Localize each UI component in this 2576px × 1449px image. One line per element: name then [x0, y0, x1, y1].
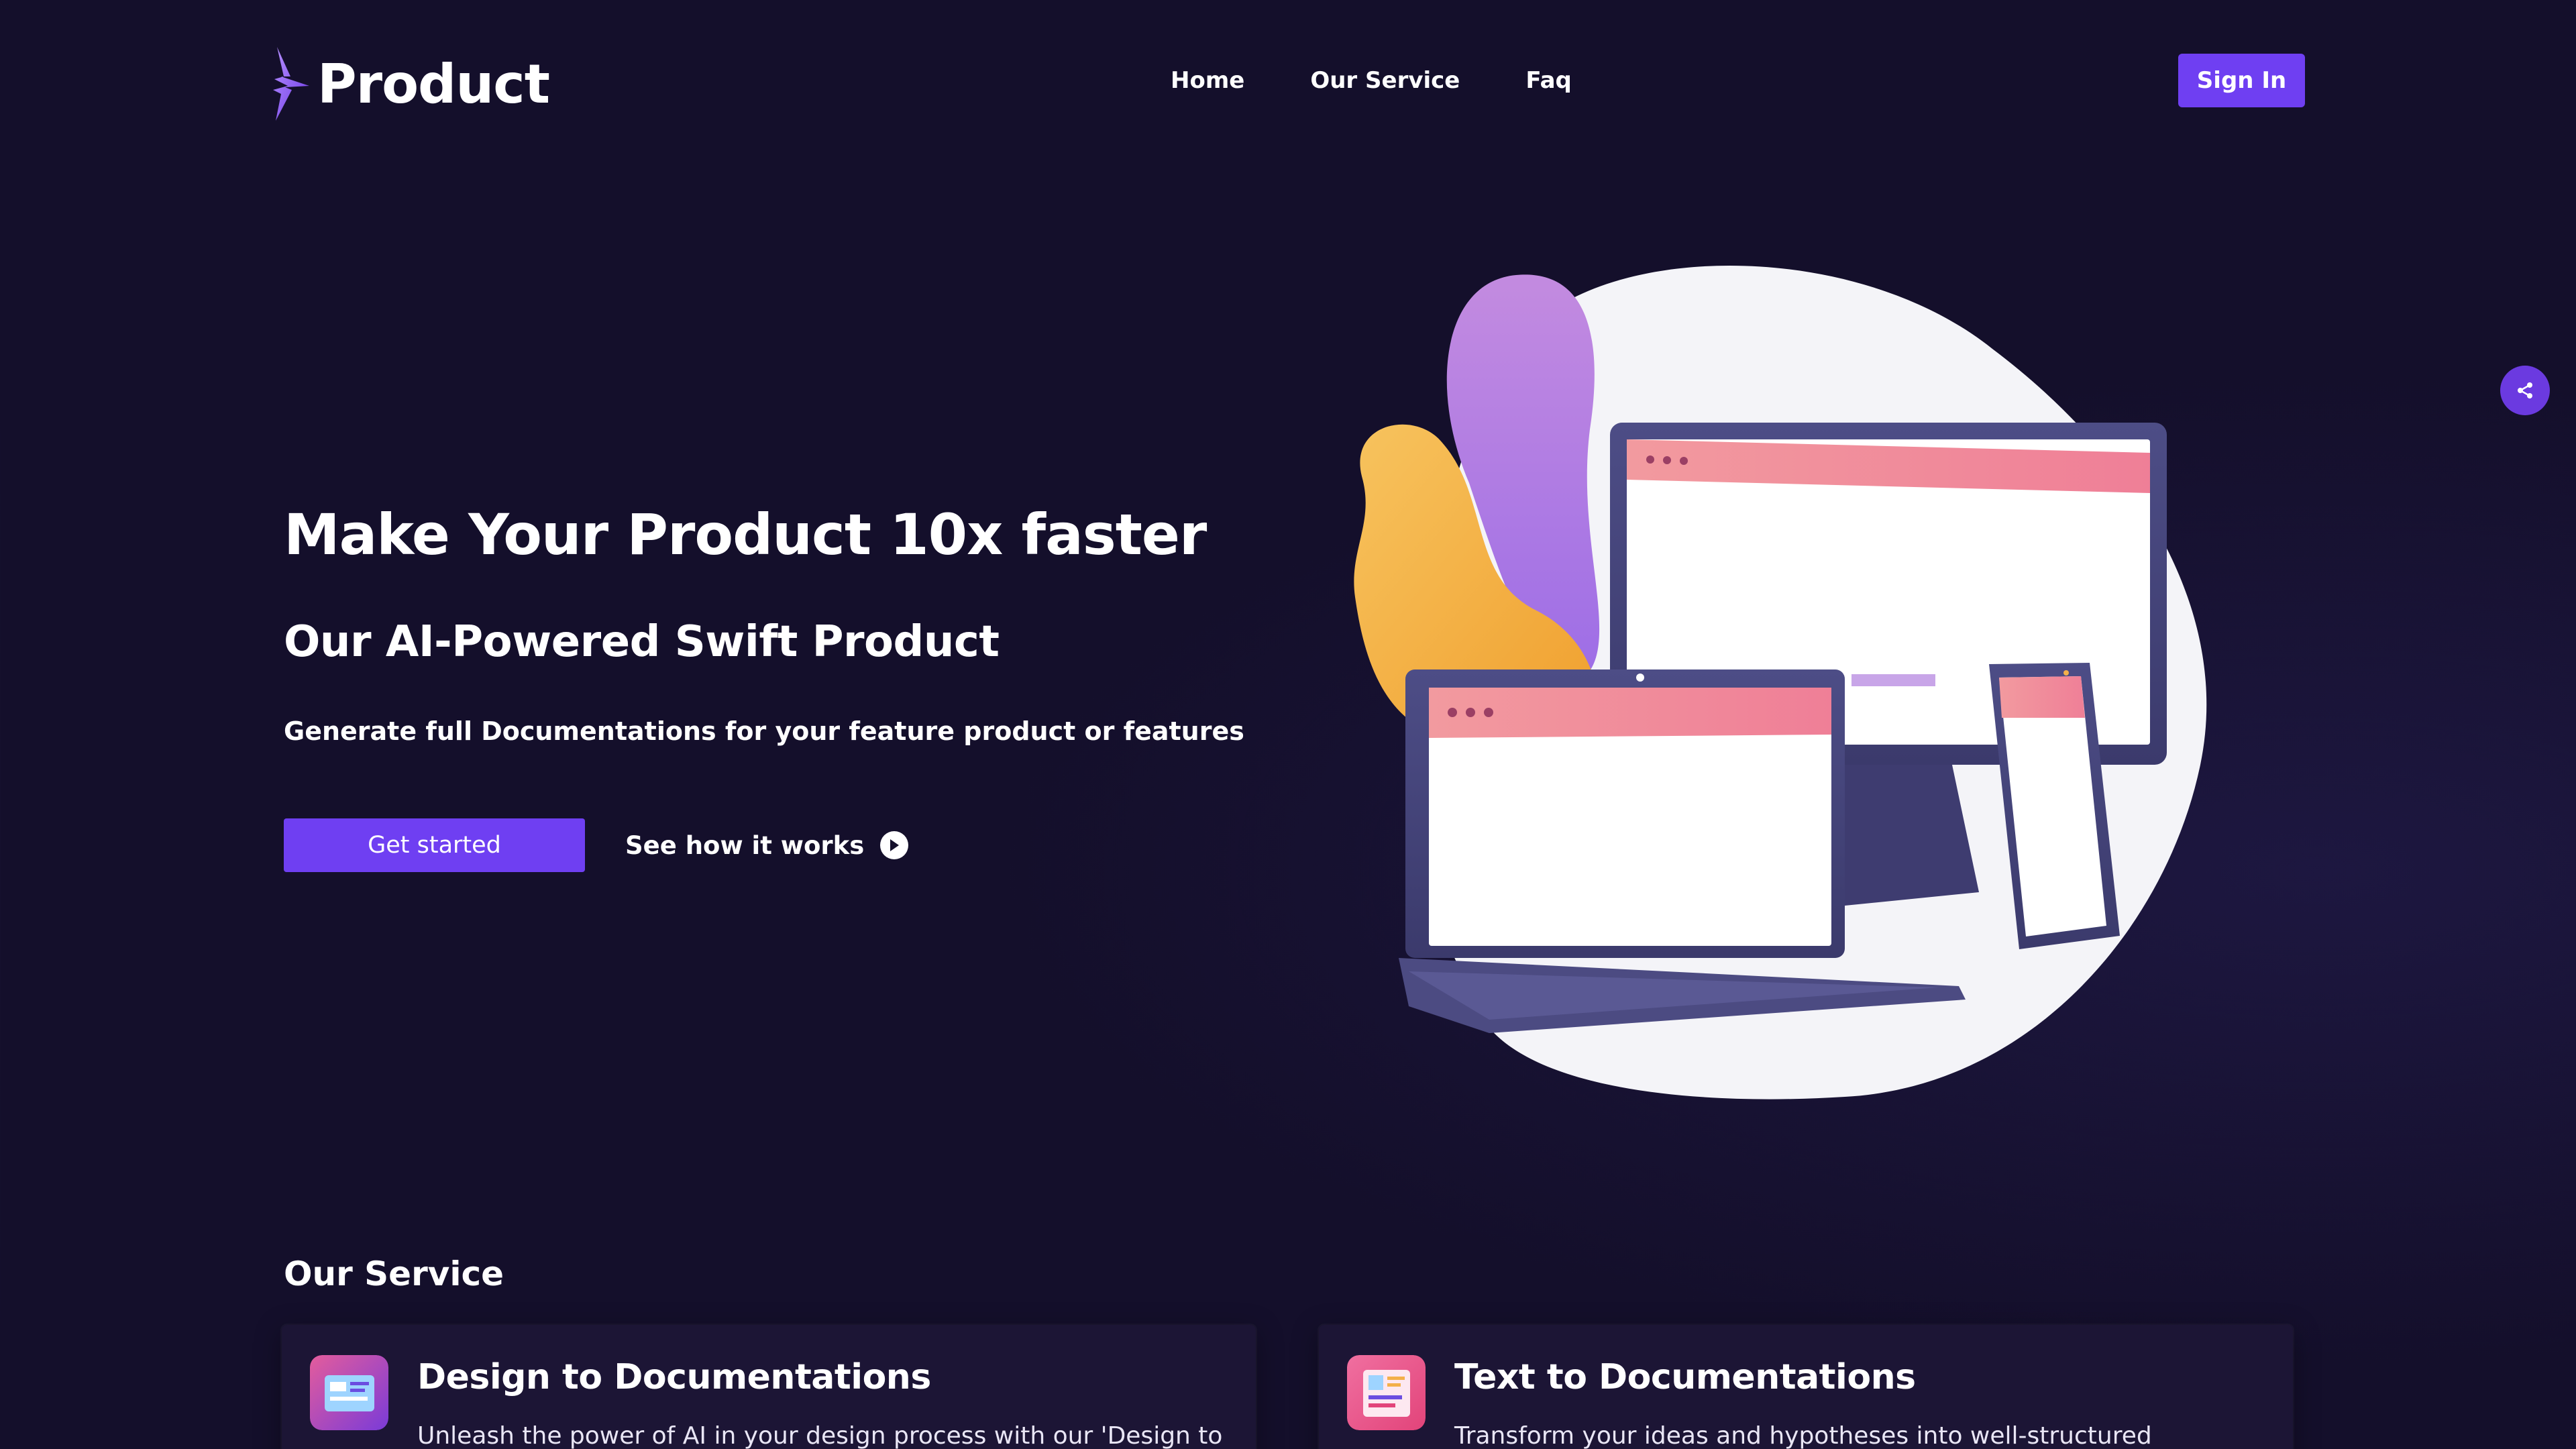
- nav-home[interactable]: Home: [1171, 64, 1244, 97]
- play-icon: [880, 831, 909, 859]
- hero-subtitle: Our AI-Powered Swift Product: [284, 617, 1000, 667]
- get-started-button[interactable]: Get started: [284, 818, 585, 872]
- design-documentation-icon: [310, 1355, 388, 1430]
- service-card-design[interactable]: Design to Documentations Unleash the pow…: [282, 1325, 1256, 1449]
- lightning-bolt-icon: [273, 47, 309, 121]
- nav-faq[interactable]: Faq: [1525, 64, 1572, 97]
- share-icon: [2518, 382, 2532, 398]
- hero-description: Generate full Documentations for your fe…: [284, 716, 1244, 746]
- nav-our-service[interactable]: Our Service: [1310, 64, 1460, 97]
- sign-in-button[interactable]: Sign In: [2178, 54, 2305, 107]
- see-how-it-works-label: See how it works: [625, 830, 865, 860]
- main-nav: Home Our Service Faq: [1171, 64, 1638, 97]
- service-card-text[interactable]: Text to Documentations Transform your id…: [1319, 1325, 2293, 1449]
- brand-name: Product: [317, 52, 550, 115]
- service-card-text: Transform your ideas and hypotheses into…: [1454, 1422, 2152, 1449]
- hero-title: Make Your Product 10x faster: [284, 502, 1207, 568]
- share-button[interactable]: [2500, 366, 2550, 415]
- service-card-title: Design to Documentations: [417, 1357, 931, 1397]
- see-how-it-works-link[interactable]: See how it works: [625, 818, 909, 872]
- brand-logo[interactable]: Product: [272, 47, 550, 121]
- devices-illustration: [1354, 265, 2207, 1099]
- service-card-text: Unleash the power of AI in your design p…: [417, 1422, 1223, 1449]
- section-title-our-service: Our Service: [284, 1254, 504, 1293]
- service-card-title: Text to Documentations: [1454, 1357, 1916, 1397]
- text-documentation-icon: [1347, 1355, 1426, 1430]
